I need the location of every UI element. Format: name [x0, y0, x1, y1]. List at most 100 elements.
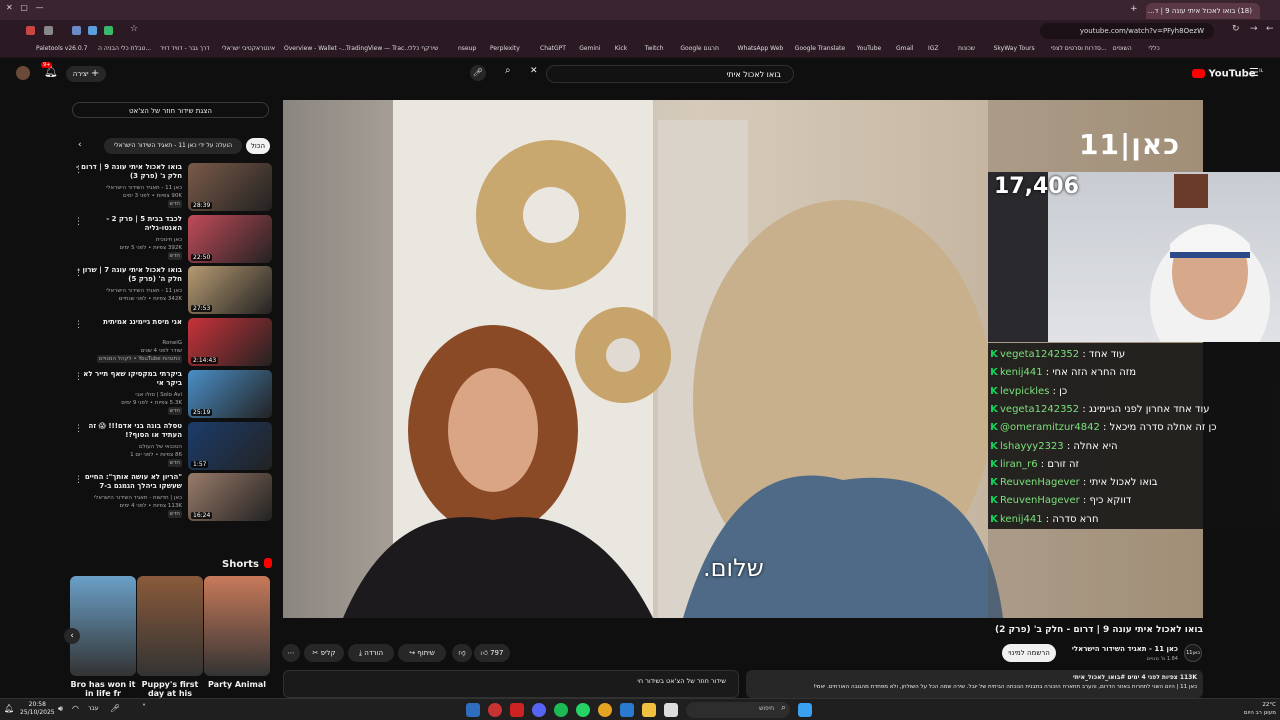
- app-icon[interactable]: [466, 703, 480, 717]
- tray-overflow-icon[interactable]: ˄: [142, 703, 146, 712]
- bookmark-item[interactable]: Google תרגום: [680, 45, 719, 52]
- notification-icon[interactable]: 🔔︎: [4, 704, 14, 713]
- taskbar-clock[interactable]: 20:58 25/10/2025: [20, 701, 55, 717]
- mic-tray-icon[interactable]: 🎤︎: [110, 704, 120, 713]
- video-thumbnail[interactable]: 2:14:43: [188, 318, 272, 367]
- subscribe-button[interactable]: הרשמה למינוי: [1002, 644, 1056, 662]
- bookmark-item[interactable]: השופים: [1113, 45, 1132, 52]
- reload-icon[interactable]: ↻: [1232, 24, 1240, 34]
- bookmark-item[interactable]: ChatGPT: [540, 45, 566, 52]
- bookmark-item[interactable]: סדרות וסרטים לצפי...: [1051, 45, 1107, 52]
- short-title[interactable]: Puppy's first day at his: [137, 680, 203, 698]
- bookmark-item[interactable]: TradingView — Trac...: [346, 45, 410, 52]
- video-thumbnail[interactable]: 16:24: [188, 473, 272, 522]
- mic-icon[interactable]: 🎤︎: [470, 65, 486, 81]
- video-channel[interactable]: הטכנאי של העולם: [74, 443, 182, 451]
- bookmark-item[interactable]: Overview - Wallet -...: [284, 45, 347, 52]
- bookmark-item[interactable]: Gemini: [579, 45, 600, 52]
- video-title[interactable]: אני מיסת גיימינג אמיתית: [74, 318, 182, 327]
- download-button[interactable]: ⤓ הורדה: [348, 644, 394, 662]
- short-thumbnail[interactable]: [204, 576, 270, 676]
- bookmark-item[interactable]: nseup: [458, 45, 476, 52]
- short-title[interactable]: Party Animal: [204, 680, 270, 698]
- wifi-icon[interactable]: ◠: [72, 704, 79, 713]
- more-icon[interactable]: ⋮: [74, 372, 83, 382]
- search-input[interactable]: בואו לאכול איתי: [546, 65, 794, 83]
- forward-icon[interactable]: →: [1250, 24, 1258, 34]
- video-channel[interactable]: Solo Avi | סולו אבי: [74, 391, 182, 399]
- volume-icon[interactable]: 🔊︎: [58, 704, 63, 714]
- video-title[interactable]: בואו לאכול איתי עונה 9 | דרום - חלק ג' (…: [74, 163, 182, 181]
- channel-avatar[interactable]: כאן11: [1184, 644, 1202, 662]
- video-title[interactable]: "הריון לא עושה אותך": החיים שעשקו ביהלך …: [74, 473, 182, 493]
- windows-start-icon[interactable]: [798, 703, 812, 717]
- clip-button[interactable]: ✂ קליפ: [304, 644, 344, 662]
- url-field[interactable]: youtube.com/watch?v=PFyh8OezW: [1040, 23, 1214, 39]
- spotify-icon[interactable]: [554, 703, 568, 717]
- bookmark-item[interactable]: YouTube: [857, 45, 881, 52]
- video-title[interactable]: בואו לאכול איתי עונה 7 | שרון - חלק ה' (…: [74, 266, 182, 284]
- video-title[interactable]: טסלה בונה בני אדם!!! 😱 זה העתיד או הסוף?…: [74, 422, 182, 440]
- bookmark-item[interactable]: שכונות: [958, 45, 975, 52]
- video-title[interactable]: לכבד בבית 5 | פרק 2 - האנטו-גליה: [74, 215, 182, 233]
- chip-channel[interactable]: הועלה על ידי כאן 11 - תאגיד השידור הישרא…: [104, 138, 242, 154]
- clear-search-icon[interactable]: ✕: [530, 66, 538, 76]
- more-icon[interactable]: ⋮: [74, 165, 83, 175]
- extension-icon[interactable]: [44, 26, 53, 35]
- app-icon[interactable]: [620, 703, 634, 717]
- video-channel[interactable]: כאן חינוכית: [74, 236, 182, 244]
- recommended-video[interactable]: 2:14:43 אני מיסת גיימינג אמיתית RoneiG שודר…: [74, 318, 272, 367]
- bookmark-item[interactable]: שירקף כללי: [408, 45, 438, 52]
- video-thumbnail[interactable]: 27:53: [188, 266, 272, 315]
- recommended-video[interactable]: 25:19 ביקרתי במקסיקו שאף תייר לא ביקר אי S…: [74, 369, 272, 418]
- create-button[interactable]: יצירה +: [66, 66, 106, 82]
- more-actions-button[interactable]: ⋯: [282, 644, 300, 662]
- short-item[interactable]: Party Animal: [204, 576, 270, 698]
- video-thumbnail[interactable]: 22:50: [188, 214, 272, 263]
- video-channel[interactable]: כאן 11 - תאגיד השידור הישראלי: [74, 287, 182, 295]
- taskbar-search[interactable]: חיפוש ⌕: [686, 702, 790, 718]
- bookmark-item[interactable]: Perplexity: [490, 45, 520, 52]
- recommended-video[interactable]: 1:57 טסלה בונה בני אדם!!! 😱 זה העתיד או ה…: [74, 421, 272, 470]
- video-channel[interactable]: כאן 11 - תאגיד השידור הישראלי: [74, 184, 182, 192]
- back-icon[interactable]: ←: [1266, 24, 1274, 34]
- new-tab-icon[interactable]: +: [1130, 4, 1138, 14]
- more-icon[interactable]: ⋮: [74, 320, 83, 330]
- short-title[interactable]: Bro has won it in life fr: [70, 680, 136, 698]
- app-icon[interactable]: [510, 703, 524, 717]
- menu-icon[interactable]: ☰: [1249, 66, 1259, 79]
- bookmark-item[interactable]: WhatsApp Web: [738, 45, 784, 52]
- whatsapp-icon[interactable]: [576, 703, 590, 717]
- extension-icon[interactable]: [104, 26, 113, 35]
- profile-icon[interactable]: [26, 26, 35, 35]
- shorts-prev-icon[interactable]: ‹: [64, 628, 80, 644]
- description-box[interactable]: 113K צפיות לפני 4 ימים #בואו_לאכול_איתי …: [746, 670, 1203, 698]
- file-explorer-icon[interactable]: [642, 703, 656, 717]
- chevron-left-icon[interactable]: ‹: [78, 140, 82, 150]
- video-channel[interactable]: כאן | חדשות - תאגיד השידור הישראלי: [74, 494, 182, 502]
- short-thumbnail[interactable]: [70, 576, 136, 676]
- more-icon[interactable]: ⋮: [74, 475, 83, 485]
- app-icon[interactable]: [664, 703, 678, 717]
- bookmark-item[interactable]: Paletools v26.0.7: [36, 45, 87, 52]
- browser-tab-active[interactable]: (18) בואו לאכול איתי עונה 9 | ד...: [1146, 3, 1260, 19]
- bookmark-item[interactable]: Gmail: [896, 45, 914, 52]
- dislike-button[interactable]: 👎︎: [452, 644, 472, 662]
- language-indicator[interactable]: עבר: [88, 705, 99, 712]
- extension-icon[interactable]: [72, 26, 81, 35]
- bookmark-item[interactable]: כללי: [1148, 45, 1159, 52]
- avatar[interactable]: [16, 66, 30, 80]
- show-chat-replay-button[interactable]: הצגת שידור חוזר של הצ'אט: [72, 102, 269, 118]
- app-icon[interactable]: [532, 703, 546, 717]
- chip-all[interactable]: הכול: [246, 138, 270, 154]
- window-controls[interactable]: ✕ ▢ —: [6, 3, 44, 12]
- video-thumbnail[interactable]: 28:39: [188, 163, 272, 211]
- short-item[interactable]: Puppy's first day at his: [137, 576, 203, 698]
- bookmark-star-icon[interactable]: ☆: [130, 24, 138, 34]
- video-thumbnail[interactable]: 1:57: [188, 421, 272, 470]
- bookmark-item[interactable]: Kick: [615, 45, 627, 52]
- more-icon[interactable]: ⋮: [74, 217, 83, 227]
- recommended-video[interactable]: 28:39 בואו לאכול איתי עונה 9 | דרום - חלק…: [74, 163, 272, 211]
- recommended-video[interactable]: 27:53 בואו לאכול איתי עונה 7 | שרון - חלק…: [74, 266, 272, 315]
- video-thumbnail[interactable]: 25:19: [188, 369, 272, 418]
